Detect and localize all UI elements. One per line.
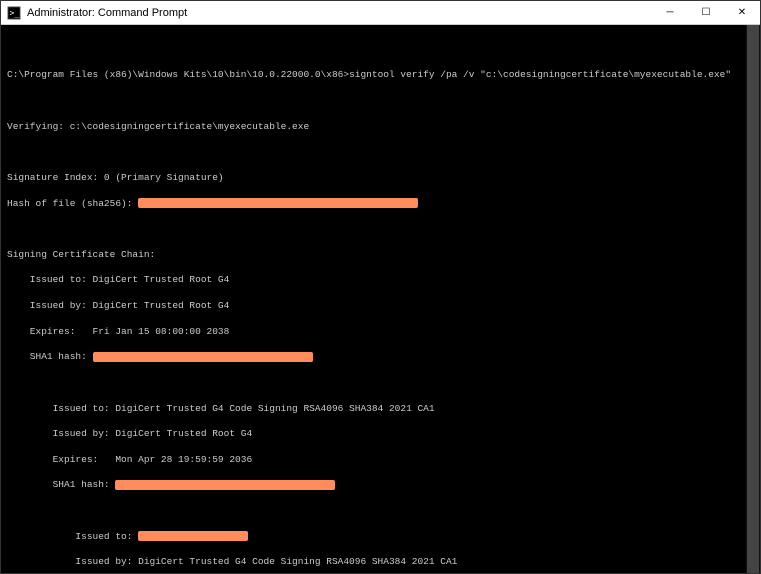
window-title: Administrator: Command Prompt: [27, 7, 187, 19]
issuedto-label: Issued to:: [7, 531, 138, 542]
output-line: [7, 146, 754, 159]
hash-label: Hash of file (sha256):: [7, 198, 138, 209]
scroll-thumb[interactable]: [747, 25, 759, 573]
output-line: Hash of file (sha256):: [7, 198, 754, 211]
output-line: Signature Index: 0 (Primary Signature): [7, 172, 754, 185]
redacted-hash: [93, 352, 313, 362]
prompt: C:\Program Files (x86)\Windows Kits\10\b…: [7, 69, 349, 80]
output-line: Verifying: c:\codesigningcertificate\mye…: [7, 121, 754, 134]
output-line: SHA1 hash:: [7, 351, 754, 364]
redacted-hash: [115, 480, 335, 490]
window-controls: ─ ☐ ✕: [652, 1, 760, 25]
output-line: [7, 377, 754, 390]
command-line: C:\Program Files (x86)\Windows Kits\10\b…: [7, 69, 754, 82]
output-line: [7, 223, 754, 236]
command-text: signtool verify /pa /v "c:\codesigningce…: [349, 69, 731, 80]
output-line: Issued by: DigiCert Trusted Root G4: [7, 300, 754, 313]
close-button[interactable]: ✕: [724, 1, 760, 25]
window-titlebar: >_ Administrator: Command Prompt ─ ☐ ✕: [1, 1, 760, 25]
output-line: SHA1 hash:: [7, 479, 754, 492]
output-line: Issued by: DigiCert Trusted G4 Code Sign…: [7, 556, 754, 569]
sha1-label: SHA1 hash:: [7, 351, 93, 362]
maximize-button[interactable]: ☐: [688, 1, 724, 25]
output-line: [7, 95, 754, 108]
output-line: Issued to:: [7, 531, 754, 544]
output-line: Issued to: DigiCert Trusted G4 Code Sign…: [7, 403, 754, 416]
output-line: Signing Certificate Chain:: [7, 249, 754, 262]
output-line: Issued to: DigiCert Trusted Root G4: [7, 274, 754, 287]
titlebar-left: >_ Administrator: Command Prompt: [7, 6, 187, 20]
sha1-label: SHA1 hash:: [7, 479, 115, 490]
scrollbar[interactable]: [746, 25, 760, 573]
output-line: Expires: Fri Jan 15 08:00:00 2038: [7, 326, 754, 339]
svg-text:>_: >_: [10, 8, 20, 17]
minimize-button[interactable]: ─: [652, 1, 688, 25]
redacted-name: [138, 531, 248, 541]
output-line: [7, 505, 754, 518]
output-line: Issued by: DigiCert Trusted Root G4: [7, 428, 754, 441]
output-line: [7, 44, 754, 57]
terminal-output[interactable]: C:\Program Files (x86)\Windows Kits\10\b…: [1, 25, 760, 573]
cmd-icon: >_: [7, 6, 21, 20]
redacted-hash: [138, 198, 418, 208]
output-line: Expires: Mon Apr 28 19:59:59 2036: [7, 454, 754, 467]
